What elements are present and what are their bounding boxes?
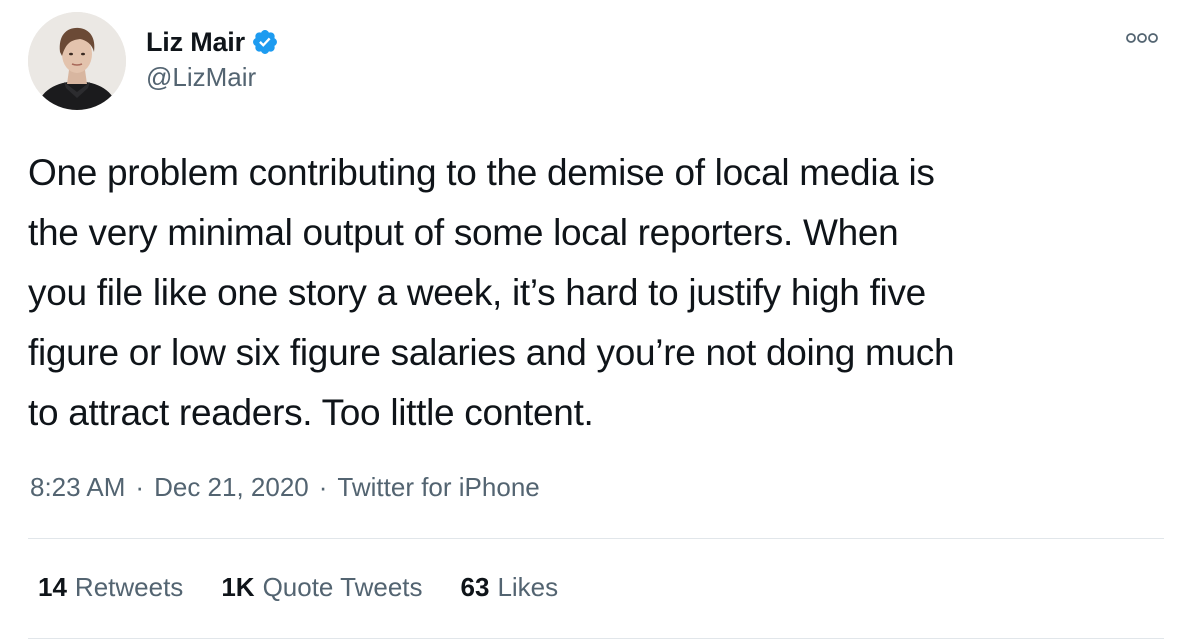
quote-tweets-count: 1K	[221, 572, 255, 602]
tweet-card: Liz Mair @LizMair One problem contributi…	[0, 0, 1192, 644]
meta-separator: ·	[318, 472, 328, 502]
verified-badge-icon	[251, 28, 279, 56]
tweet-source[interactable]: Twitter for iPhone	[337, 472, 539, 503]
divider	[28, 638, 1164, 639]
tweet-metadata: 8:23 AM · Dec 21, 2020 · Twitter for iPh…	[30, 472, 540, 503]
likes-count: 63	[460, 572, 490, 602]
display-name[interactable]: Liz Mair	[146, 27, 245, 58]
tweet-date[interactable]: Dec 21, 2020	[154, 472, 309, 503]
author-handle[interactable]: @LizMair	[146, 62, 256, 93]
divider	[28, 538, 1164, 539]
more-options-button[interactable]	[1122, 24, 1162, 52]
retweets-label: Retweets	[74, 572, 184, 602]
more-options-icon	[1126, 33, 1158, 43]
quote-tweets-stat[interactable]: 1K Quote Tweets	[221, 572, 422, 603]
quote-tweets-label: Quote Tweets	[262, 572, 423, 602]
avatar-photo	[28, 12, 126, 110]
likes-label: Likes	[497, 572, 559, 602]
retweets-stat[interactable]: 14 Retweets	[38, 572, 183, 603]
likes-stat[interactable]: 63 Likes	[461, 572, 559, 603]
avatar[interactable]	[28, 12, 126, 110]
engagement-stats: 14 Retweets 1K Quote Tweets 63 Likes	[38, 572, 596, 603]
author-name-row: Liz Mair	[146, 24, 279, 60]
tweet-text: One problem contributing to the demise o…	[28, 152, 955, 433]
meta-separator: ·	[135, 472, 145, 502]
retweets-count: 14	[38, 572, 67, 602]
tweet-time[interactable]: 8:23 AM	[30, 472, 125, 503]
